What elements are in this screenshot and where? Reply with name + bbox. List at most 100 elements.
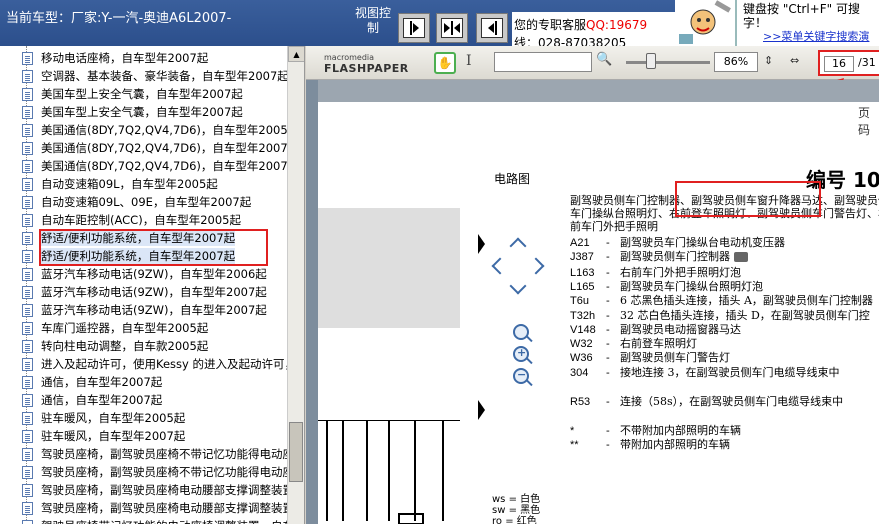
- tree-item-label: 驻车暖风，自车型年2005起: [41, 411, 186, 425]
- camera-icon[interactable]: [734, 252, 748, 262]
- tree-item-label: 自动变速箱09L、09E，自车型年2007起: [41, 195, 252, 209]
- tree-item[interactable]: 转向柱电动调整，自车款2005起: [22, 337, 208, 355]
- tree-item-label: 自动车距控制(ACC)，自车型年2005起: [41, 213, 241, 227]
- arrow-left-icon: [487, 23, 494, 33]
- component-code: W36: [570, 352, 593, 364]
- tree-item[interactable]: 驾驶员座椅，副驾驶员座椅不带记忆功能得电动座椅: [22, 463, 305, 481]
- pan-control[interactable]: [490, 236, 546, 298]
- zoom-slider-thumb[interactable]: [646, 53, 656, 69]
- document-icon: [22, 249, 33, 263]
- page-navigator: 16 /31: [818, 50, 879, 76]
- tree-item[interactable]: 进入及起动许可，使用Kessy 的进入及起动许可，: [22, 355, 296, 373]
- tree-item[interactable]: 车库门遥控器，自车型年2005起: [22, 319, 208, 337]
- view-split-button[interactable]: [436, 13, 468, 43]
- sidebar-scrollbar[interactable]: ▲: [287, 46, 304, 524]
- title-bar: 当前车型：厂家:Y-一汽-奥迪A6L2007- 视图控制 您的专职客服QQ:19…: [0, 0, 879, 50]
- legend-item: sw = 黑色: [492, 505, 541, 516]
- tree-item[interactable]: 驾驶员座椅，副驾驶员座椅不带记忆功能得电动座椅: [22, 445, 304, 463]
- zoom-level[interactable]: 86%: [714, 52, 758, 72]
- tree-item-label: 驾驶员座椅，副驾驶员座椅电动腰部支撑调整装置: [41, 483, 294, 497]
- qq-number[interactable]: QQ:19679: [586, 18, 647, 32]
- component-text: 副驾驶员侧车门控制器: [620, 250, 730, 263]
- document-icon: [22, 141, 33, 155]
- tree-item[interactable]: 自动变速箱09L、09E，自车型年2007起: [22, 193, 251, 211]
- fit-width-icon[interactable]: ⇔: [790, 54, 799, 67]
- zoom-in-icon[interactable]: +: [513, 346, 529, 362]
- page-marker-icon: [478, 400, 485, 420]
- tree-item[interactable]: 驾驶员座椅，副驾驶员座椅电动腰部支撑调整装置: [22, 499, 294, 517]
- tree-item[interactable]: 驻车暖风，自车型年2005起: [22, 409, 185, 427]
- tree-item[interactable]: 美国车型上安全气囊，自车型年2007起: [22, 85, 243, 103]
- component-text: 6 芯黑色插头连接，插头 A，副驾驶员侧车门控制器: [620, 294, 873, 307]
- tree-item-label: 蓝牙汽车移动电话(9ZW)，自车型年2007起: [41, 285, 267, 299]
- diagram-preview: [318, 208, 460, 328]
- customer-service-ad: 您的专职客服QQ:19679 线：028-87038205: [512, 12, 678, 50]
- component-text: 接地连接 3，在副驾驶员侧车门电缆导线束中: [620, 366, 840, 379]
- scroll-thumb[interactable]: [289, 422, 303, 482]
- component-row: ** - 带附加内部照明的车辆: [570, 438, 730, 451]
- tree-item[interactable]: 美国通信(8DY,7Q2,QV4,7D6)，自车型年2005起: [22, 121, 299, 139]
- document-icon: [22, 339, 33, 353]
- document-icon: [22, 213, 33, 227]
- tree-item[interactable]: 自动变速箱09L，自车型年2005起: [22, 175, 218, 193]
- tree-item-label: 驾驶员座椅，副驾驶员座椅不带记忆功能得电动座椅: [41, 465, 305, 479]
- tree-item[interactable]: 通信，自车型年2007起: [22, 391, 162, 409]
- tree-item[interactable]: 通信，自车型年2007起: [22, 373, 162, 391]
- tree-item-label: 美国车型上安全气囊，自车型年2007起: [41, 105, 243, 119]
- tree-item-label: 通信，自车型年2007起: [41, 375, 163, 389]
- view-collapse-button[interactable]: [476, 13, 508, 43]
- document-icon: [22, 321, 33, 335]
- document-icon: [22, 231, 33, 245]
- pan-up-icon[interactable]: [509, 237, 527, 255]
- tree-item[interactable]: 蓝牙汽车移动电话(9ZW)，自车型年2006起: [22, 265, 267, 283]
- mascot-icon: [675, 0, 735, 48]
- document-icon: [22, 519, 33, 524]
- tree-item-label: 转向柱电动调整，自车款2005起: [41, 339, 209, 353]
- document-page[interactable]: 页码 + − 电路图 编号 10 副驾驶员侧车门控制器、副驾驶员侧车窗升降器马达…: [318, 102, 879, 524]
- document-icon: [22, 69, 33, 83]
- viewer-margin: [318, 80, 879, 102]
- pan-down-icon[interactable]: [509, 277, 527, 295]
- tree-item-label: 美国通信(8DY,7Q2,QV4,7D6)，自车型年2007起: [41, 159, 300, 173]
- page-header: 页码: [858, 106, 871, 137]
- view-control-label: 视图控制: [354, 6, 391, 35]
- tree-item[interactable]: 美国通信(8DY,7Q2,QV4,7D6)，自车型年2007起: [22, 139, 299, 157]
- search-input[interactable]: [494, 52, 592, 72]
- tree-item[interactable]: 美国车型上安全气囊，自车型年2007起: [22, 103, 243, 121]
- tree-item[interactable]: 美国通信(8DY,7Q2,QV4,7D6)，自车型年2007起: [22, 157, 299, 175]
- component-row: R53- 连接（58s），在副驾驶员侧车门电缆导线束中: [570, 395, 844, 408]
- component-row: W36- 副驾驶员侧车门警告灯: [570, 351, 730, 364]
- tree-item[interactable]: 驻车暖风，自车型年2007起: [22, 427, 185, 445]
- view-single-page-button[interactable]: [398, 13, 430, 43]
- tree-item[interactable]: 蓝牙汽车移动电话(9ZW)，自车型年2007起: [22, 283, 267, 301]
- page-marker-icon: [478, 234, 485, 254]
- component-row: 304- 接地连接 3，在副驾驶员侧车门电缆导线束中: [570, 366, 840, 379]
- tree-item[interactable]: 驾驶员座椅，副驾驶员座椅电动腰部支撑调整装置: [22, 481, 294, 499]
- document-icon: [22, 357, 33, 371]
- pan-left-icon[interactable]: [491, 257, 509, 275]
- tree-item[interactable]: 空调器、基本装备、豪华装备，自车型年2007起: [22, 67, 289, 85]
- document-icon: [22, 195, 33, 209]
- document-icon: [22, 51, 33, 65]
- fit-page-icon[interactable]: ⇕: [764, 54, 773, 67]
- flashpaper-logo: macromedia FLASHPAPER: [324, 53, 409, 76]
- search-demo-link[interactable]: >>菜单关键字搜索演: [763, 28, 869, 44]
- zoom-icon[interactable]: [513, 324, 529, 340]
- scroll-up-icon[interactable]: ▲: [288, 46, 304, 62]
- pan-right-icon[interactable]: [527, 257, 545, 275]
- zoom-out-icon[interactable]: −: [513, 368, 529, 384]
- search-icon[interactable]: 🔍: [596, 52, 612, 67]
- page-number-input[interactable]: 16: [824, 56, 854, 72]
- legend-item: ro = 红色: [492, 516, 537, 524]
- text-select-icon[interactable]: I: [466, 53, 472, 69]
- tree-item[interactable]: 自动车距控制(ACC)，自车型年2005起: [22, 211, 241, 229]
- tree-item[interactable]: 蓝牙汽车移动电话(9ZW)，自车型年2007起: [22, 301, 267, 319]
- zoom-slider-track[interactable]: [626, 61, 710, 64]
- tree-item[interactable]: 移动电话座椅，自车型年2007起: [22, 49, 208, 67]
- arrow-right-icon: [444, 23, 450, 33]
- hand-tool-icon[interactable]: ✋: [434, 52, 456, 74]
- tree-item[interactable]: 驾驶员座椅带记忆功能的电动座椅调整装置，自车型: [22, 517, 304, 524]
- document-icon: [22, 159, 33, 173]
- sidebar-tree: 移动电话座椅，自车型年2007起 空调器、基本装备、豪华装备，自车型年2007起美…: [0, 46, 305, 524]
- document-icon: [22, 177, 33, 191]
